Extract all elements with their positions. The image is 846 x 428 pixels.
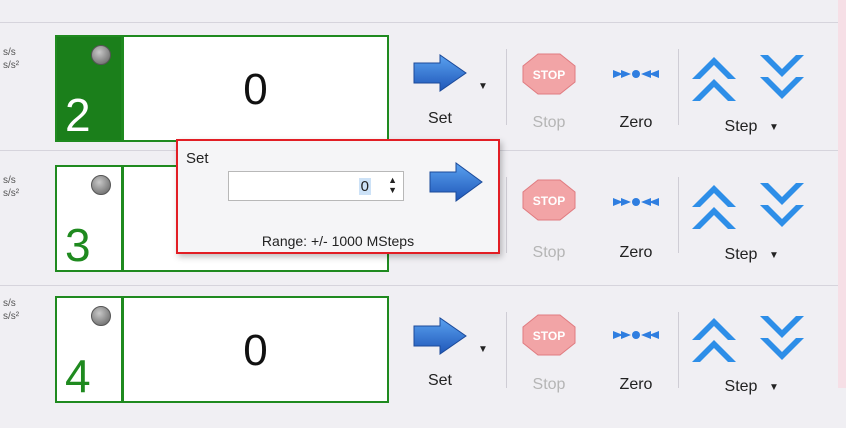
set-value-input[interactable]: 0 ▲ ▼ (228, 171, 404, 201)
separator (506, 312, 507, 388)
separator (506, 49, 507, 125)
channel-indicator[interactable]: 4 (55, 296, 123, 403)
step-dropdown-icon[interactable]: ▼ (769, 250, 779, 261)
stop-icon: STOP (522, 179, 576, 226)
set-arrow-icon[interactable] (412, 53, 468, 98)
step-button[interactable]: Step (716, 378, 766, 396)
stop-icon-text: STOP (533, 194, 565, 208)
position-value-text: 0 (243, 65, 268, 114)
step-up-icon[interactable] (690, 183, 738, 240)
zero-icon[interactable] (611, 195, 661, 214)
stop-button[interactable]: Stop (525, 244, 573, 262)
separator (678, 177, 679, 253)
zero-button[interactable]: Zero (612, 244, 660, 262)
channel-indicator[interactable]: 3 (55, 165, 123, 272)
set-dropdown-icon[interactable]: ▼ (478, 344, 488, 355)
stop-icon: STOP (522, 53, 576, 100)
spinner-icon[interactable]: ▲ ▼ (388, 175, 397, 195)
acceleration-unit: s/s² (3, 311, 20, 322)
stop-button[interactable]: Stop (525, 376, 573, 394)
set-arrow-icon[interactable] (412, 316, 468, 361)
set-popup-title: Set (186, 150, 209, 167)
position-value: 0 (123, 35, 389, 142)
zero-icon[interactable] (611, 328, 661, 347)
set-dropdown-icon[interactable]: ▼ (478, 81, 488, 92)
channel-row-1-partial (0, 0, 838, 23)
stop-icon: STOP (522, 314, 576, 361)
position-value: 0 (123, 296, 389, 403)
range-text: Range: +/- 1000 MSteps (261, 233, 415, 249)
step-button[interactable]: Step (716, 246, 766, 264)
window-edge (837, 0, 846, 388)
step-down-icon[interactable] (758, 181, 806, 238)
stop-button[interactable]: Stop (525, 114, 573, 132)
step-dropdown-icon[interactable]: ▼ (769, 122, 779, 133)
velocity-unit: s/s (3, 47, 16, 58)
channel-indicator[interactable]: 2 (55, 35, 123, 142)
stop-icon-text: STOP (533, 329, 565, 343)
separator (678, 49, 679, 125)
velocity-unit: s/s (3, 175, 16, 186)
step-up-icon[interactable] (690, 316, 738, 373)
set-button[interactable]: Set (418, 372, 462, 390)
zero-button[interactable]: Zero (612, 114, 660, 132)
status-led-icon (91, 306, 111, 326)
set-popup: Set 0 ▲ ▼ Range: +/- 1000 MSteps (176, 139, 500, 254)
acceleration-unit: s/s² (3, 60, 20, 71)
stop-icon-text: STOP (533, 68, 565, 82)
status-led-icon (91, 45, 111, 65)
channel-number: 4 (65, 350, 91, 402)
set-value-text: 0 (358, 178, 371, 195)
status-led-icon (91, 175, 111, 195)
step-button[interactable]: Step (716, 118, 766, 136)
set-go-arrow-icon[interactable] (428, 161, 484, 208)
zero-icon[interactable] (611, 67, 661, 86)
separator (678, 312, 679, 388)
position-value-text: 0 (243, 326, 268, 375)
zero-button[interactable]: Zero (612, 376, 660, 394)
step-down-icon[interactable] (758, 314, 806, 371)
set-button[interactable]: Set (418, 110, 462, 128)
channel-row-4: s/s s/s² 4 0 ▼ Set STOP Stop Zero Step ▼ (0, 285, 838, 428)
channel-number: 2 (65, 89, 91, 141)
step-up-icon[interactable] (690, 55, 738, 112)
channel-number: 3 (65, 219, 91, 271)
step-down-icon[interactable] (758, 53, 806, 110)
acceleration-unit: s/s² (3, 188, 20, 199)
velocity-unit: s/s (3, 298, 16, 309)
separator (506, 177, 507, 253)
